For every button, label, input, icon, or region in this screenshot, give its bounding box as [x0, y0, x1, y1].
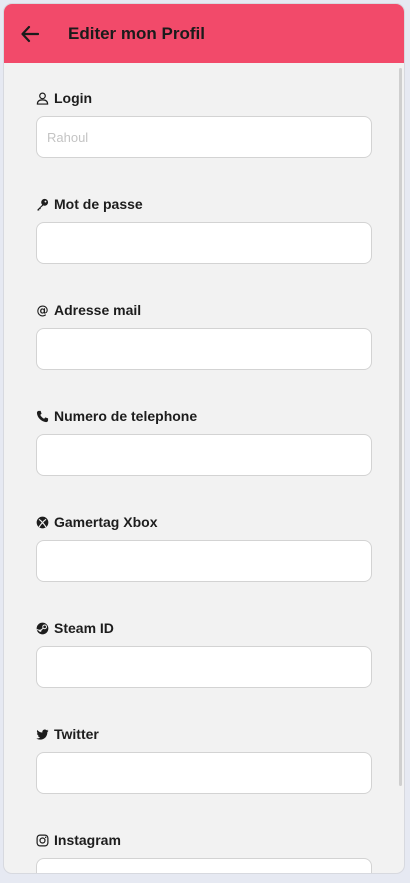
phone-label: Numero de telephone	[36, 407, 404, 425]
xbox-gamertag-input[interactable]	[36, 540, 372, 582]
twitter-icon	[36, 728, 49, 740]
instagram-field: Instagram	[36, 831, 404, 873]
app-header: Editer mon Profil	[4, 4, 404, 63]
page-title: Editer mon Profil	[68, 23, 205, 43]
password-input[interactable]	[36, 222, 372, 264]
at-icon: @	[36, 304, 48, 317]
scrollbar[interactable]	[399, 68, 402, 786]
steam-label: Steam ID	[36, 619, 404, 637]
twitter-label: Twitter	[36, 725, 404, 743]
twitter-field: Twitter	[36, 725, 404, 794]
phone-icon	[36, 410, 49, 422]
email-label-text: Adresse mail	[54, 302, 142, 318]
email-field: @ Adresse mail	[36, 301, 404, 370]
login-label-text: Login	[54, 90, 93, 106]
back-button[interactable]	[20, 24, 40, 44]
key-icon	[37, 198, 49, 211]
arrow-left-icon	[21, 25, 39, 42]
phone-field: Numero de telephone	[36, 407, 404, 476]
password-field: Mot de passe	[36, 195, 404, 264]
password-label: Mot de passe	[36, 195, 404, 213]
email-label: @ Adresse mail	[36, 301, 404, 319]
password-label-text: Mot de passe	[54, 196, 143, 212]
login-field: Login	[36, 89, 404, 158]
phone-input[interactable]	[36, 434, 372, 476]
profile-card: Editer mon Profil Login Mot de passe	[4, 4, 404, 873]
xbox-field: Gamertag Xbox	[36, 513, 404, 582]
xbox-label-text: Gamertag Xbox	[54, 514, 158, 530]
profile-form: Login Mot de passe @ Adresse ma	[4, 63, 404, 873]
login-label: Login	[36, 89, 404, 107]
steam-id-input[interactable]	[36, 646, 372, 688]
twitter-label-text: Twitter	[54, 726, 99, 742]
instagram-label-text: Instagram	[54, 832, 121, 848]
twitter-input[interactable]	[36, 752, 372, 794]
email-input[interactable]	[36, 328, 372, 370]
steam-label-text: Steam ID	[54, 620, 114, 636]
steam-field: Steam ID	[36, 619, 404, 688]
instagram-input[interactable]	[36, 858, 372, 873]
login-input[interactable]	[36, 116, 372, 158]
xbox-icon	[36, 516, 49, 528]
phone-label-text: Numero de telephone	[54, 408, 198, 424]
instagram-icon	[36, 834, 49, 846]
xbox-label: Gamertag Xbox	[36, 513, 404, 531]
svg-text:@: @	[36, 304, 48, 317]
user-icon	[36, 92, 49, 105]
steam-icon	[36, 622, 49, 634]
instagram-label: Instagram	[36, 831, 404, 849]
